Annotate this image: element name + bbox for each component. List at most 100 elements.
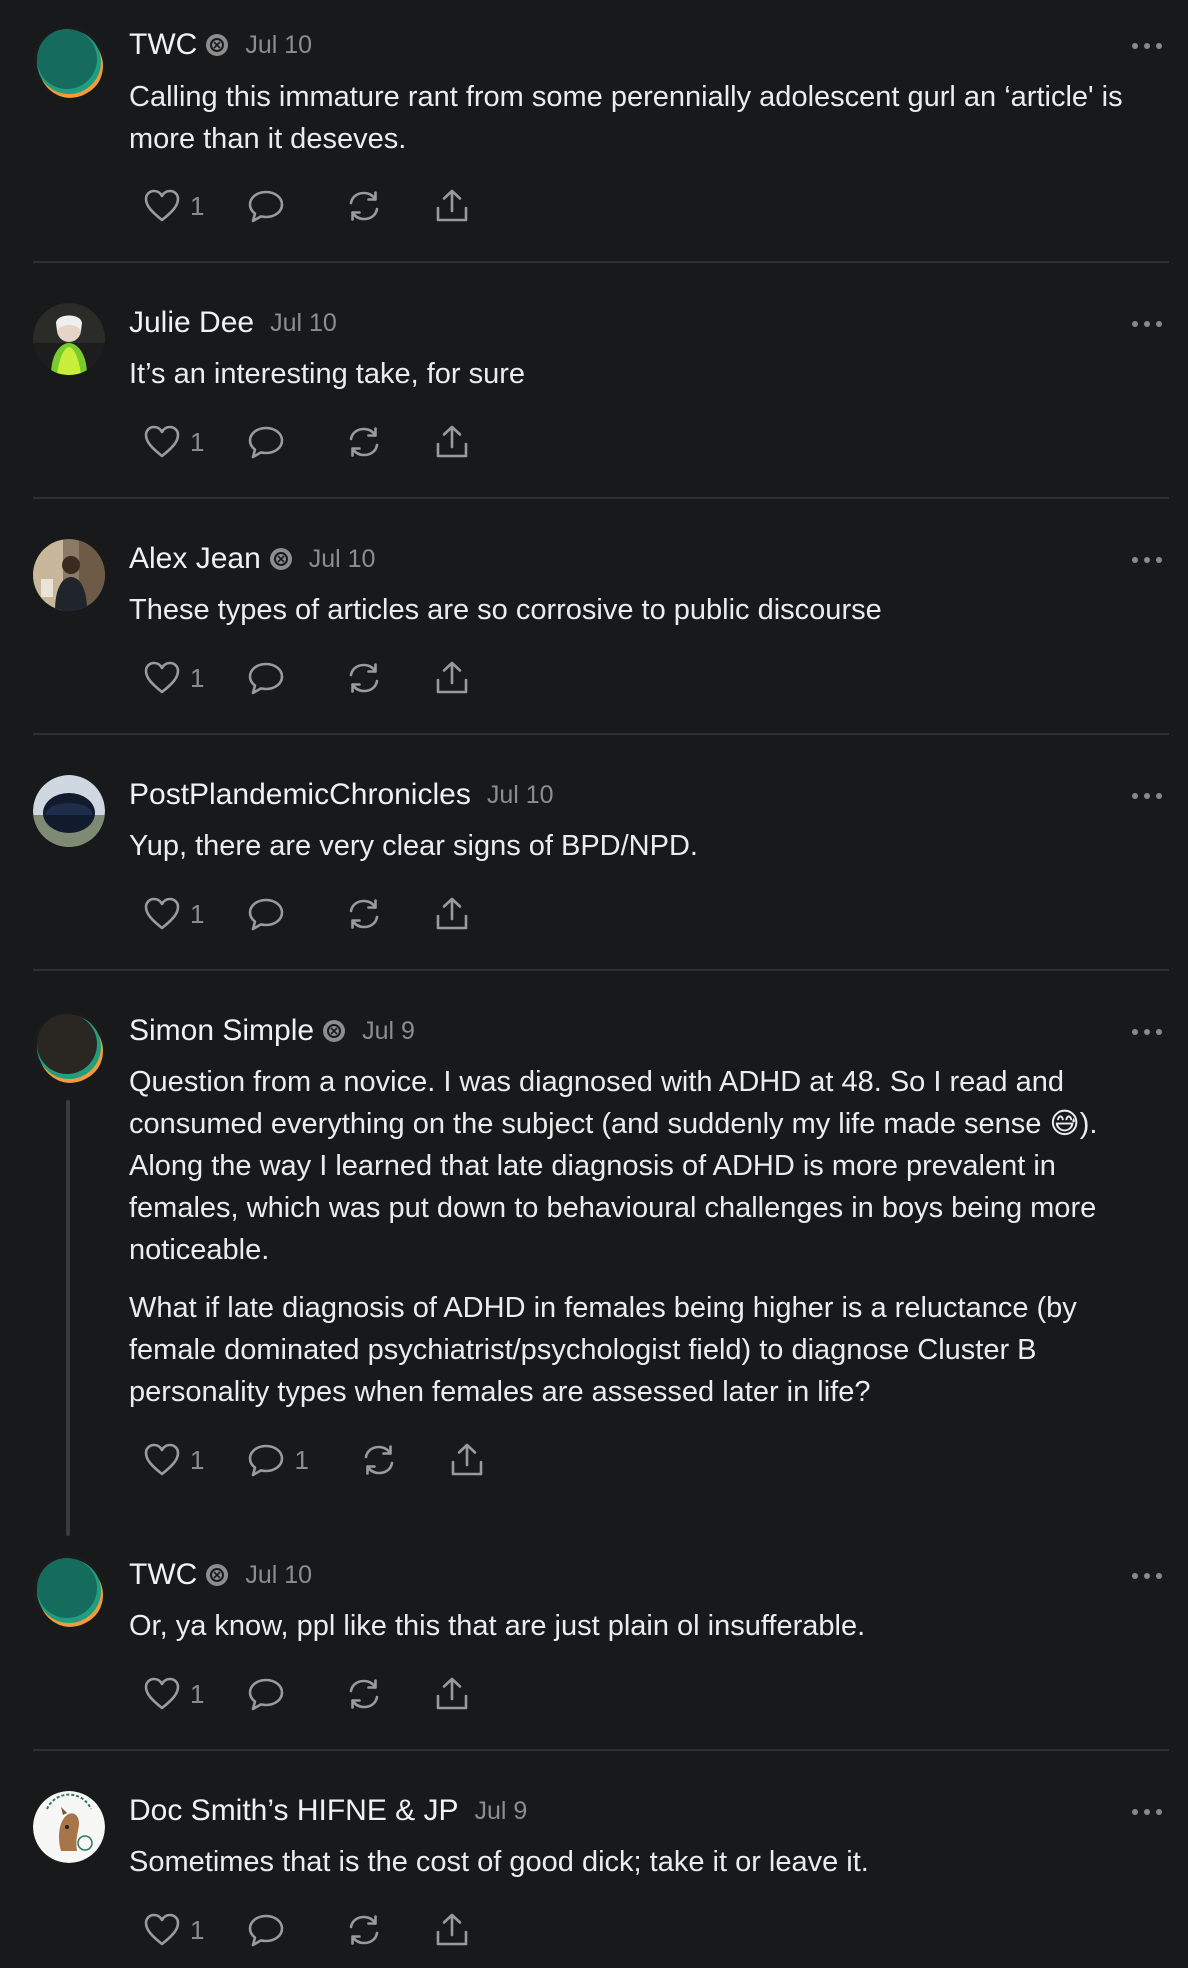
restack-button[interactable]: [346, 1677, 382, 1711]
restack-button[interactable]: [361, 1443, 397, 1477]
author-name[interactable]: Julie Dee: [129, 306, 254, 340]
restack-button[interactable]: [346, 897, 382, 931]
share-button[interactable]: [449, 1442, 485, 1478]
like-button[interactable]: 1: [144, 661, 204, 695]
comment-paragraph: Sometimes that is the cost of good dick;…: [129, 1846, 869, 1878]
like-count: 1: [190, 898, 205, 929]
heart-icon: [144, 1677, 180, 1710]
share-icon: [437, 189, 468, 222]
divider: [33, 1749, 1169, 1751]
share-icon: [437, 1913, 468, 1946]
verified-badge-icon: [322, 1019, 346, 1043]
restack-button[interactable]: [346, 1913, 382, 1947]
more-options-icon[interactable]: [1132, 1026, 1162, 1038]
share-button[interactable]: [434, 188, 470, 224]
author-name[interactable]: PostPlandemicChronicles: [129, 778, 471, 812]
verified-badge-icon: [205, 33, 229, 57]
share-button[interactable]: [434, 1912, 470, 1948]
comment-paragraph: What if late diagnosis of ADHD in female…: [129, 1292, 1077, 1408]
author-name[interactable]: Alex Jean: [129, 542, 261, 576]
share-button[interactable]: [434, 896, 470, 932]
restack-icon: [350, 1915, 379, 1945]
speech-bubble-icon: [249, 1914, 284, 1947]
comment-paragraph: Or, ya know, ppl like this that are just…: [129, 1610, 866, 1642]
divider: [33, 497, 1169, 499]
avatar[interactable]: [33, 1791, 105, 1863]
avatar[interactable]: [33, 303, 105, 375]
restack-icon: [350, 1679, 379, 1709]
comment-header: Julie Dee Jul 10: [129, 306, 337, 340]
divider: [33, 969, 1169, 971]
comment-date[interactable]: Jul 10: [245, 31, 312, 60]
like-count: 1: [190, 1678, 205, 1709]
reply-button[interactable]: [248, 425, 294, 459]
comment-date[interactable]: Jul 10: [487, 781, 554, 810]
author-name[interactable]: Doc Smith’s HIFNE & JP: [129, 1794, 459, 1828]
share-icon: [437, 1677, 468, 1710]
reply-button[interactable]: [248, 189, 294, 223]
comment-date[interactable]: Jul 10: [245, 1561, 312, 1590]
heart-icon: [144, 425, 180, 458]
more-options-icon[interactable]: [1132, 554, 1162, 566]
heart-icon: [144, 1443, 180, 1476]
like-button[interactable]: 1: [144, 1677, 204, 1711]
like-count: 1: [190, 1914, 205, 1945]
like-count: 1: [190, 426, 205, 457]
avatar[interactable]: [33, 1011, 105, 1083]
more-options-icon[interactable]: [1132, 40, 1162, 52]
comment-paragraph: Question from a novice. I was diagnosed …: [129, 1066, 1098, 1266]
like-button[interactable]: 1: [144, 1913, 204, 1947]
author-name[interactable]: TWC: [129, 28, 197, 62]
comment-actions: 1: [144, 1910, 470, 1950]
like-button[interactable]: 1: [144, 897, 204, 931]
speech-bubble-icon: [249, 662, 284, 695]
restack-icon: [350, 427, 379, 457]
restack-button[interactable]: [346, 189, 382, 223]
comment-actions: 1: [144, 1674, 470, 1714]
like-button[interactable]: 1: [144, 189, 204, 223]
reply-button[interactable]: 1: [248, 1443, 309, 1477]
comment-actions: 1: [144, 422, 470, 462]
restack-button[interactable]: [346, 661, 382, 695]
heart-icon: [144, 189, 180, 222]
more-options-icon[interactable]: [1132, 1570, 1162, 1582]
restack-button[interactable]: [346, 425, 382, 459]
comment-text: These types of articles are so corrosive…: [129, 589, 1169, 631]
author-name[interactable]: Simon Simple: [129, 1014, 314, 1048]
comment-header: PostPlandemicChronicles Jul 10: [129, 778, 554, 812]
more-options-icon[interactable]: [1132, 318, 1162, 330]
speech-bubble-icon: [249, 190, 284, 223]
speech-bubble-icon: [249, 426, 284, 459]
comment-header: TWC Jul 10: [129, 28, 312, 62]
comment-paragraph: Yup, there are very clear signs of BPD/N…: [129, 830, 698, 862]
comment-header: Doc Smith’s HIFNE & JP Jul 9: [129, 1794, 527, 1828]
comment-date[interactable]: Jul 10: [270, 309, 337, 338]
restack-icon: [350, 899, 379, 929]
avatar[interactable]: [33, 1555, 105, 1627]
avatar[interactable]: [33, 775, 105, 847]
share-icon: [451, 1443, 483, 1476]
reply-button[interactable]: [248, 661, 294, 695]
reply-button[interactable]: [248, 1677, 294, 1711]
comment-date[interactable]: Jul 10: [309, 545, 376, 574]
author-name[interactable]: TWC: [129, 1558, 197, 1592]
avatar[interactable]: [33, 26, 105, 98]
comment-actions: 1: [144, 658, 470, 698]
reply-button[interactable]: [248, 897, 294, 931]
comment-text: Calling this immature rant from some per…: [129, 76, 1169, 160]
like-button[interactable]: 1: [144, 1443, 204, 1477]
like-count: 1: [190, 190, 205, 221]
avatar[interactable]: [33, 539, 105, 611]
divider: [33, 261, 1169, 263]
comment-date[interactable]: Jul 9: [362, 1017, 415, 1046]
like-button[interactable]: 1: [144, 425, 204, 459]
comment-date[interactable]: Jul 9: [475, 1797, 528, 1826]
more-options-icon[interactable]: [1132, 1806, 1162, 1818]
comment-header: TWC Jul 10: [129, 1558, 312, 1592]
share-button[interactable]: [434, 1676, 470, 1712]
share-button[interactable]: [434, 424, 470, 460]
more-options-icon[interactable]: [1132, 790, 1162, 802]
reply-count: 1: [294, 1444, 309, 1475]
reply-button[interactable]: [248, 1913, 294, 1947]
share-button[interactable]: [434, 660, 470, 696]
